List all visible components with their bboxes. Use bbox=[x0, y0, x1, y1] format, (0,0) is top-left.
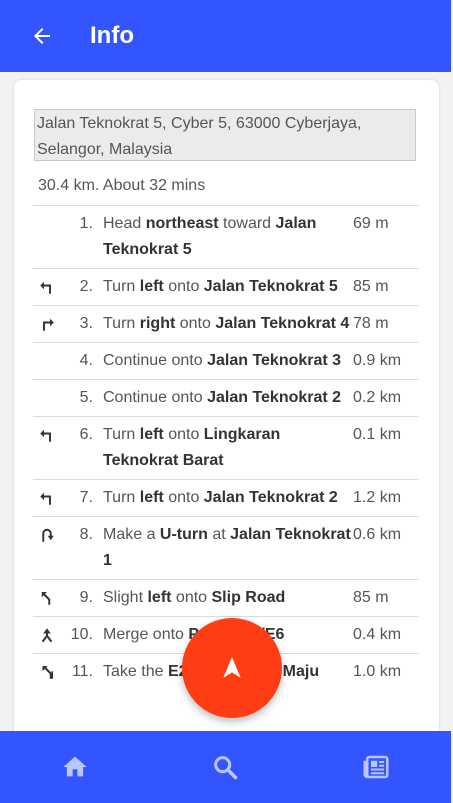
slight-left-icon bbox=[33, 585, 59, 611]
navigate-fab[interactable] bbox=[182, 618, 282, 718]
direction-step[interactable]: 5. Continue onto Jalan Teknokrat 2 0.2 km bbox=[33, 379, 419, 416]
step-number: 11. bbox=[71, 663, 93, 680]
search-icon bbox=[214, 756, 238, 780]
step-instruction: Slight left onto Slip Road bbox=[103, 585, 351, 611]
app-bar: Info bbox=[0, 0, 451, 72]
step-number: 6. bbox=[79, 426, 93, 443]
arrow-left-icon bbox=[34, 28, 50, 44]
step-number: 1. bbox=[79, 215, 93, 232]
direction-step[interactable]: 3. Turn right onto Jalan Teknokrat 4 78 m bbox=[33, 305, 419, 342]
step-distance: 1.0 km bbox=[353, 663, 402, 680]
step-icon-placeholder bbox=[33, 348, 59, 374]
step-instruction: Head northeast toward Jalan Teknokrat 5 bbox=[103, 211, 351, 263]
step-distance: 0.9 km bbox=[353, 352, 402, 369]
step-number: 2. bbox=[79, 278, 93, 295]
step-text: toward bbox=[218, 215, 276, 232]
step-emphasis: right bbox=[139, 315, 176, 332]
step-text: onto bbox=[163, 426, 204, 443]
step-text: Turn bbox=[103, 426, 140, 443]
step-emphasis: left bbox=[139, 489, 164, 506]
step-emphasis: northeast bbox=[145, 215, 219, 232]
step-distance: 85 m bbox=[353, 278, 389, 295]
step-text: onto bbox=[175, 315, 216, 332]
exit-left-icon bbox=[33, 659, 59, 685]
direction-step[interactable]: 7. Turn left onto Jalan Teknokrat 2 1.2 km bbox=[33, 479, 419, 516]
step-instruction: Continue onto Jalan Teknokrat 2 bbox=[103, 385, 351, 411]
step-icon-placeholder bbox=[33, 385, 59, 411]
step-instruction: Turn right onto Jalan Teknokrat 4 bbox=[103, 311, 351, 337]
step-emphasis: U-turn bbox=[159, 526, 208, 543]
navigation-icon bbox=[223, 657, 241, 678]
step-emphasis: left bbox=[139, 278, 164, 295]
step-text: Continue onto bbox=[103, 389, 208, 406]
news-icon bbox=[363, 755, 389, 779]
step-number: 7. bbox=[79, 489, 93, 506]
step-text: Slight bbox=[103, 589, 148, 606]
step-text: Head bbox=[103, 215, 146, 232]
step-emphasis: left bbox=[147, 589, 172, 606]
step-text: Make a bbox=[103, 526, 160, 543]
step-number: 9. bbox=[79, 589, 93, 606]
nav-search-button[interactable] bbox=[195, 737, 255, 797]
turn-right-icon bbox=[33, 311, 59, 337]
step-emphasis: Jalan Teknokrat 4 bbox=[215, 315, 350, 332]
step-text: Turn bbox=[103, 278, 140, 295]
bottom-navigation bbox=[0, 731, 451, 803]
step-distance: 0.4 km bbox=[353, 626, 402, 643]
direction-step[interactable]: 9. Slight left onto Slip Road 85 m bbox=[33, 579, 419, 616]
turn-left-icon bbox=[33, 274, 59, 300]
turn-left-icon bbox=[33, 485, 59, 511]
nav-home-button[interactable] bbox=[45, 737, 105, 797]
u-turn-icon bbox=[33, 522, 59, 548]
step-text: Turn bbox=[103, 315, 140, 332]
merge-icon bbox=[33, 622, 59, 648]
step-text: Turn bbox=[103, 489, 140, 506]
step-emphasis: Jalan Teknokrat 3 bbox=[207, 352, 342, 369]
route-summary: 30.4 km. About 32 mins bbox=[38, 177, 206, 194]
step-number: 5. bbox=[79, 389, 93, 406]
step-number: 4. bbox=[79, 352, 93, 369]
step-text: onto bbox=[163, 489, 204, 506]
step-text: at bbox=[207, 526, 231, 543]
step-distance: 0.1 km bbox=[353, 426, 402, 443]
direction-step[interactable]: 4. Continue onto Jalan Teknokrat 3 0.9 km bbox=[33, 342, 419, 379]
step-instruction: Turn left onto Jalan Teknokrat 5 bbox=[103, 274, 351, 300]
destination-address: Jalan Teknokrat 5, Cyber 5, 63000 Cyberj… bbox=[34, 109, 416, 161]
step-text: Continue onto bbox=[103, 352, 208, 369]
step-instruction: Continue onto Jalan Teknokrat 3 bbox=[103, 348, 351, 374]
step-icon-placeholder bbox=[33, 211, 59, 237]
directions-list: 1. Head northeast toward Jalan Teknokrat … bbox=[33, 205, 419, 690]
step-emphasis: Jalan Teknokrat 5 bbox=[203, 278, 338, 295]
turn-left-icon bbox=[33, 422, 59, 448]
step-number: 10. bbox=[70, 626, 93, 643]
step-distance: 78 m bbox=[353, 315, 389, 332]
step-distance: 0.6 km bbox=[353, 526, 402, 543]
page-title: Info bbox=[90, 22, 134, 49]
step-text: Merge onto bbox=[103, 626, 189, 643]
step-emphasis: Jalan Teknokrat 2 bbox=[207, 389, 342, 406]
step-text: onto bbox=[171, 589, 212, 606]
step-emphasis: Maju bbox=[282, 663, 320, 680]
step-text: Take the bbox=[103, 663, 168, 680]
step-distance: 69 m bbox=[353, 215, 389, 232]
home-icon bbox=[63, 756, 87, 777]
direction-step[interactable]: 6. Turn left onto Lingkaran Teknokrat Bar… bbox=[33, 416, 419, 479]
step-emphasis: Slip Road bbox=[211, 589, 286, 606]
back-button[interactable] bbox=[22, 16, 62, 56]
step-instruction: Make a U-turn at Jalan Teknokrat 1 bbox=[103, 522, 351, 574]
step-emphasis: left bbox=[139, 426, 164, 443]
step-instruction: Turn left onto Jalan Teknokrat 2 bbox=[103, 485, 351, 511]
step-distance: 1.2 km bbox=[353, 489, 402, 506]
direction-step[interactable]: 1. Head northeast toward Jalan Teknokrat … bbox=[33, 205, 419, 268]
step-distance: 0.2 km bbox=[353, 389, 402, 406]
step-text: onto bbox=[163, 278, 204, 295]
step-instruction: Turn left onto Lingkaran Teknokrat Barat bbox=[103, 422, 351, 474]
step-number: 8. bbox=[79, 526, 93, 543]
step-distance: 85 m bbox=[353, 589, 389, 606]
nav-news-button[interactable] bbox=[346, 737, 406, 797]
direction-step[interactable]: 2. Turn left onto Jalan Teknokrat 5 85 m bbox=[33, 268, 419, 305]
step-emphasis: Jalan Teknokrat 2 bbox=[203, 489, 338, 506]
step-number: 3. bbox=[79, 315, 93, 332]
direction-step[interactable]: 8. Make a U-turn at Jalan Teknokrat 1 0.6 … bbox=[33, 516, 419, 579]
